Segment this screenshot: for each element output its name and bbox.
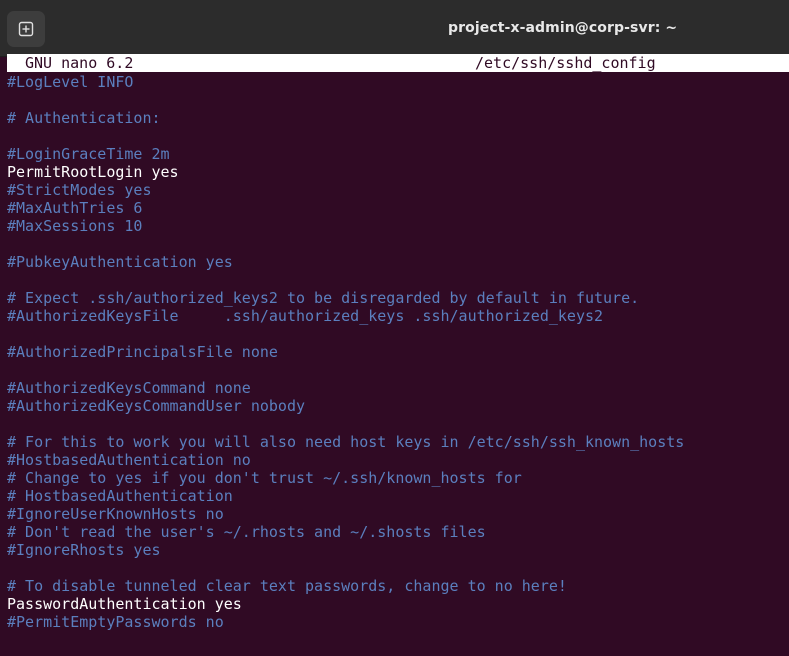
nano-title-bar: GNU nano 6.2 /etc/ssh/sshd_config [7, 54, 789, 72]
editor-line[interactable] [7, 415, 787, 433]
new-tab-button[interactable] [7, 11, 45, 47]
editor-line[interactable] [7, 271, 787, 289]
editor-line[interactable]: #IgnoreUserKnownHosts no [7, 505, 787, 523]
editor-line[interactable]: # Expect .ssh/authorized_keys2 to be dis… [7, 289, 787, 307]
editor-line[interactable]: #AuthorizedKeysCommand none [7, 379, 787, 397]
editor-line[interactable]: # Change to yes if you don't trust ~/.ss… [7, 469, 787, 487]
editor-line[interactable] [7, 559, 787, 577]
editor-line[interactable]: #StrictModes yes [7, 181, 787, 199]
editor-line[interactable]: # HostbasedAuthentication [7, 487, 787, 505]
window-title: project-x-admin@corp-svr: ~ [448, 20, 678, 36]
new-tab-icon [18, 21, 34, 37]
editor-line[interactable]: #AuthorizedPrincipalsFile none [7, 343, 787, 361]
editor-buffer[interactable]: #LogLevel INFO # Authentication: #LoginGra… [7, 73, 787, 631]
editor-line[interactable]: #LogLevel INFO [7, 73, 787, 91]
editor-line[interactable] [7, 91, 787, 109]
editor-line[interactable]: # For this to work you will also need ho… [7, 433, 787, 451]
editor-line[interactable] [7, 127, 787, 145]
editor-line[interactable]: # Don't read the user's ~/.rhosts and ~/… [7, 523, 787, 541]
nano-filename: /etc/ssh/sshd_config [475, 54, 656, 72]
title-bar[interactable]: project-x-admin@corp-svr: ~ [0, 0, 789, 57]
editor-line[interactable]: #IgnoreRhosts yes [7, 541, 787, 559]
nano-version: GNU nano 6.2 [25, 54, 134, 72]
editor-line[interactable]: #AuthorizedKeysFile .ssh/authorized_keys… [7, 307, 787, 325]
editor-line[interactable]: # Authentication: [7, 109, 787, 127]
editor-line[interactable]: #HostbasedAuthentication no [7, 451, 787, 469]
editor-line[interactable]: #MaxSessions 10 [7, 217, 787, 235]
editor-line[interactable]: #MaxAuthTries 6 [7, 199, 787, 217]
editor-line[interactable]: #PubkeyAuthentication yes [7, 253, 787, 271]
editor-line[interactable] [7, 361, 787, 379]
editor-line[interactable]: #LoginGraceTime 2m [7, 145, 787, 163]
terminal-window: project-x-admin@corp-svr: ~ GNU nano 6.2… [0, 0, 789, 656]
editor-line[interactable]: PasswordAuthentication yes [7, 595, 787, 613]
editor-line[interactable]: #AuthorizedKeysCommandUser nobody [7, 397, 787, 415]
editor-line[interactable] [7, 235, 787, 253]
editor-line[interactable]: # To disable tunneled clear text passwor… [7, 577, 787, 595]
editor-line[interactable]: PermitRootLogin yes [7, 163, 787, 181]
editor-line[interactable]: #PermitEmptyPasswords no [7, 613, 787, 631]
editor-line[interactable] [7, 325, 787, 343]
